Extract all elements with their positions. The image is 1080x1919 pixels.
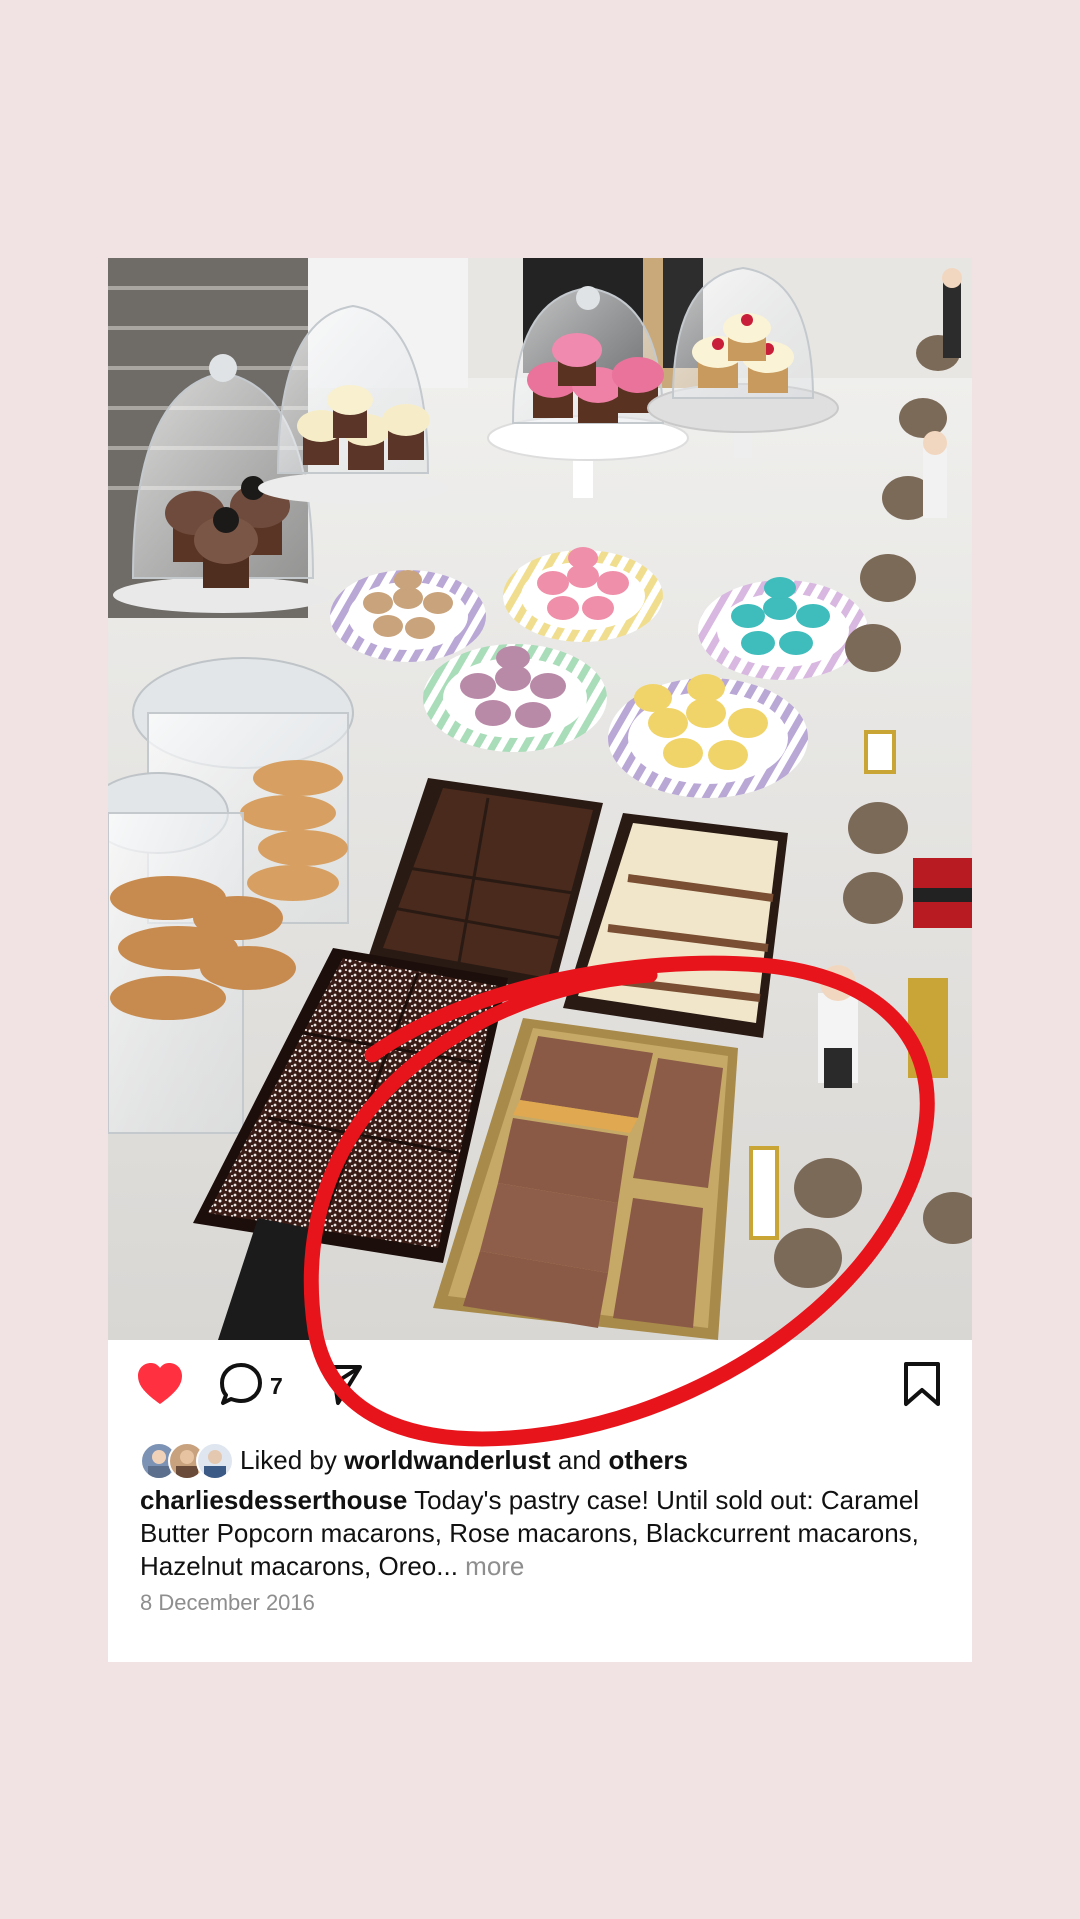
avatar bbox=[196, 1442, 234, 1480]
liked-by-user-link[interactable]: worldwanderlust bbox=[344, 1445, 551, 1476]
liked-by-row[interactable]: Liked by worldwanderlust and others bbox=[140, 1440, 688, 1480]
post-caption: charliesdesserthouse Today's pastry case… bbox=[140, 1484, 950, 1583]
comment-icon bbox=[218, 1361, 264, 1412]
liked-by-and: and bbox=[557, 1444, 602, 1475]
heart-icon bbox=[136, 1362, 184, 1411]
caption-username-link[interactable]: charliesdesserthouse bbox=[140, 1485, 407, 1515]
post-photo[interactable] bbox=[108, 258, 972, 1340]
liked-by-prefix: Liked by bbox=[240, 1444, 337, 1475]
like-button[interactable] bbox=[136, 1362, 184, 1410]
liked-by-others-link[interactable]: others bbox=[609, 1445, 688, 1476]
comment-button[interactable]: 7 bbox=[218, 1362, 283, 1410]
bookmark-icon bbox=[902, 1361, 942, 1412]
comment-count: 7 bbox=[270, 1372, 283, 1399]
post-card: 7 Liked by worldwanderlust and others ch… bbox=[108, 258, 972, 1662]
share-button[interactable] bbox=[318, 1362, 364, 1410]
post-date: 8 December 2016 bbox=[140, 1590, 315, 1615]
save-button[interactable] bbox=[902, 1361, 942, 1412]
page: 7 Liked by worldwanderlust and others ch… bbox=[0, 0, 1080, 1919]
more-link[interactable]: more bbox=[465, 1551, 524, 1581]
send-icon bbox=[318, 1361, 364, 1412]
action-bar: 7 bbox=[108, 1340, 972, 1430]
liker-avatars bbox=[140, 1442, 234, 1480]
